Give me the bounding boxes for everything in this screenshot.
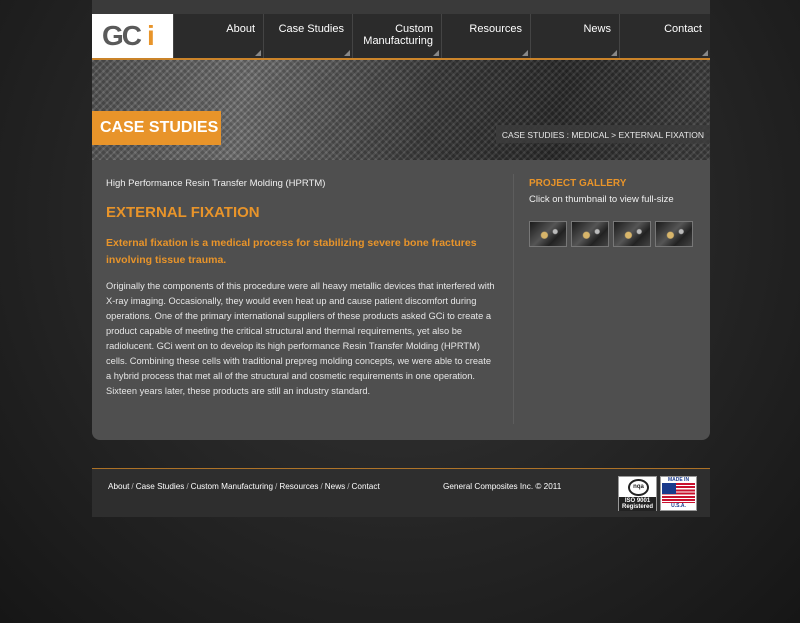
gallery-thumbnail[interactable] [571, 221, 609, 247]
iso-badge-text: ISO 9001 Registered [619, 497, 656, 511]
nav-custom-manufacturing[interactable]: Custom Manufacturing [352, 14, 441, 58]
made-in-usa-badge: MADE IN U.S.A. [660, 476, 697, 511]
footer-link-contact[interactable]: Contact [352, 482, 380, 491]
nav-about[interactable]: About [173, 14, 263, 58]
copyright-text: General Composites Inc. © 2011 [443, 482, 562, 491]
nav-custom-manufacturing-label: Custom Manufacturing [363, 23, 433, 47]
section-label: CASE STUDIES [100, 119, 219, 136]
nav-contact[interactable]: Contact [619, 14, 710, 58]
footer-link-news[interactable]: News [325, 482, 345, 491]
gallery-instruction: Click on thumbnail to view full-size [529, 194, 674, 205]
content-panel: High Performance Resin Transfer Molding … [92, 160, 710, 440]
breadcrumb[interactable]: CASE STUDIES : MEDICAL > EXTERNAL FIXATI… [495, 125, 710, 143]
main-content: High Performance Resin Transfer Molding … [106, 178, 498, 399]
corner-triangle-icon [611, 50, 617, 56]
nav-case-studies[interactable]: Case Studies [263, 14, 352, 58]
corner-triangle-icon [344, 50, 350, 56]
project-gallery: PROJECT GALLERY Click on thumbnail to vi… [529, 178, 699, 247]
footer-link-resources[interactable]: Resources [279, 482, 318, 491]
gallery-title: PROJECT GALLERY [529, 178, 627, 189]
nav-resources[interactable]: Resources [441, 14, 530, 58]
column-divider [513, 174, 514, 424]
usa-badge-bottom: U.S.A. [671, 503, 686, 509]
iso-badge-sublabel: Registered [621, 504, 653, 510]
nav-resources-label: Resources [469, 23, 522, 35]
footer-link-case-studies[interactable]: Case Studies [136, 482, 185, 491]
corner-triangle-icon [702, 50, 708, 56]
nav-case-studies-label: Case Studies [278, 23, 344, 35]
gallery-thumbnail[interactable] [655, 221, 693, 247]
site-header: GC i About Case Studies Custom Manufactu… [92, 14, 710, 58]
nav-contact-label: Contact [664, 23, 702, 35]
intro-paragraph: External fixation is a medical process f… [106, 237, 477, 266]
site-footer: About / Case Studies / Custom Manufacturing /… [92, 469, 710, 517]
logo-text-gc: GC [102, 20, 142, 51]
page-subtitle: High Performance Resin Transfer Molding … [106, 178, 326, 189]
page-title: EXTERNAL FIXATION [106, 204, 260, 221]
nqa-mark: nqa [628, 479, 649, 496]
gallery-thumbnail[interactable] [529, 221, 567, 247]
footer-link-about[interactable]: About [108, 482, 129, 491]
body-paragraph: Originally the components of this proced… [106, 281, 495, 396]
nav-news[interactable]: News [530, 14, 619, 58]
gallery-thumbnail[interactable] [613, 221, 651, 247]
carbon-fiber-banner: CASE STUDIES CASE STUDIES : MEDICAL > EX… [92, 60, 710, 160]
corner-triangle-icon [522, 50, 528, 56]
top-strip [92, 0, 710, 14]
footer-links: About / Case Studies / Custom Manufacturing /… [108, 482, 380, 491]
iso-9001-badge: nqa ISO 9001 Registered [618, 476, 657, 511]
corner-triangle-icon [433, 50, 439, 56]
footer-link-custom-manufacturing[interactable]: Custom Manufacturing [191, 482, 273, 491]
gci-logo[interactable]: GC i [92, 14, 173, 58]
corner-triangle-icon [255, 50, 261, 56]
nav-news-label: News [583, 23, 611, 35]
section-label-tag: CASE STUDIES [92, 111, 221, 145]
breadcrumb-text: CASE STUDIES : MEDICAL > EXTERNAL FIXATI… [501, 130, 704, 140]
us-flag-canton [662, 483, 676, 494]
nav-about-label: About [226, 23, 255, 35]
logo-text-i: i [147, 20, 155, 51]
